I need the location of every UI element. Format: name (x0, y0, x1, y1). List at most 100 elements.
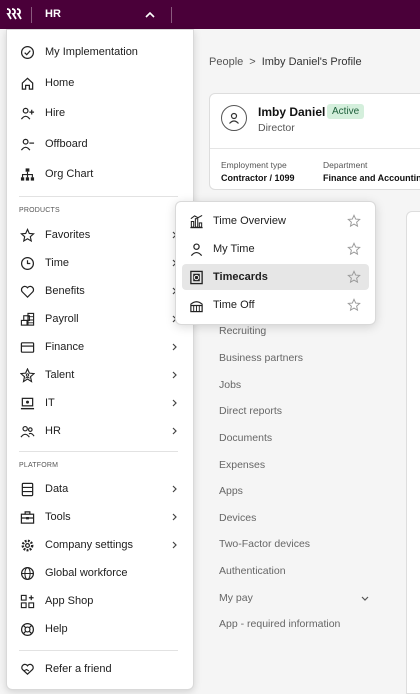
employment-type-label: Employment type (221, 160, 287, 170)
content-panel (406, 211, 420, 694)
menu-item-finance[interactable]: Finance (13, 335, 189, 359)
submenu-item-my-time[interactable]: My Time (182, 236, 369, 262)
chevron-right-icon (169, 426, 179, 436)
gear-icon (19, 537, 35, 553)
profile-nav-item[interactable]: Direct reports (219, 405, 282, 417)
menu-item-help[interactable]: Help (13, 617, 189, 641)
time-submenu: Time Overview My Time Timecards Time Off (175, 201, 376, 325)
star-icon (19, 227, 35, 243)
people-icon (19, 423, 35, 439)
profile-nav-item[interactable]: Business partners (219, 352, 303, 364)
menu-item-benefits[interactable]: Benefits (13, 279, 189, 303)
topbar-divider (31, 7, 32, 23)
rippling-logo-icon[interactable] (6, 6, 24, 22)
breadcrumb: People > Imby Daniel's Profile (209, 56, 362, 68)
breadcrumb-root[interactable]: People (209, 56, 243, 68)
menu-item-home[interactable]: Home (13, 71, 189, 95)
menu-item-it[interactable]: IT (13, 391, 189, 415)
menu-item-tools[interactable]: Tools (13, 505, 189, 529)
profile-nav-item[interactable]: My pay (219, 592, 253, 604)
card-icon (19, 339, 35, 355)
menu-item-talent[interactable]: Talent (13, 363, 189, 387)
database-icon (19, 481, 35, 497)
coins-icon (19, 311, 35, 327)
clock-icon (19, 255, 35, 271)
menu-divider (19, 196, 178, 197)
menu-divider (19, 650, 178, 651)
profile-role: Director (258, 122, 295, 134)
timecard-icon (188, 269, 204, 285)
menu-item-org-chart[interactable]: Org Chart (13, 162, 189, 186)
talent-star-icon (19, 367, 35, 383)
breadcrumb-current: Imby Daniel's Profile (261, 56, 362, 68)
chevron-down-icon[interactable] (360, 593, 370, 603)
profile-nav-item[interactable]: Two-Factor devices (219, 538, 310, 550)
home-icon (19, 75, 35, 91)
app-menu: My Implementation Home Hire Offboard Org… (6, 29, 194, 690)
status-badge: Active (327, 104, 365, 119)
menu-item-hr[interactable]: HR (13, 419, 189, 443)
favorite-star-icon[interactable] (347, 270, 361, 284)
check-circle-icon (19, 44, 35, 60)
profile-nav-item[interactable]: Recruiting (219, 325, 266, 337)
chevron-up-icon[interactable] (143, 8, 157, 22)
employment-type-value: Contractor / 1099 (221, 173, 295, 183)
toolbox-icon (19, 509, 35, 525)
submenu-item-time-overview[interactable]: Time Overview (182, 208, 369, 234)
calendar-icon (188, 297, 204, 313)
topbar-divider (171, 7, 172, 23)
menu-item-offboard[interactable]: Offboard (13, 132, 189, 156)
heart-icon (19, 283, 35, 299)
menu-item-payroll[interactable]: Payroll (13, 307, 189, 331)
chevron-right-icon (169, 370, 179, 380)
chevron-right-icon (169, 398, 179, 408)
chevron-right-icon (169, 342, 179, 352)
person-icon (229, 112, 239, 124)
profile-nav-item[interactable]: Documents (219, 432, 272, 444)
menu-item-refer-a-friend[interactable]: Refer a friend (13, 657, 189, 681)
chevron-right-icon (169, 512, 179, 522)
profile-nav-item[interactable]: Jobs (219, 379, 241, 391)
section-header-products: PRODUCTS (19, 207, 60, 214)
menu-item-my-implementation[interactable]: My Implementation (13, 40, 189, 64)
heart-hands-icon (19, 661, 35, 677)
chart-icon (188, 213, 204, 229)
profile-nav-item[interactable]: Devices (219, 512, 256, 524)
favorite-star-icon[interactable] (347, 214, 361, 228)
profile-nav-item[interactable]: Apps (219, 485, 243, 497)
help-icon (19, 621, 35, 637)
app-grid-icon (19, 593, 35, 609)
menu-item-app-shop[interactable]: App Shop (13, 589, 189, 613)
profile-card: Imby Daniel Active Director Employment t… (209, 93, 420, 190)
menu-item-global-workforce[interactable]: Global workforce (13, 561, 189, 585)
person-remove-icon (19, 136, 35, 152)
menu-item-hire[interactable]: Hire (13, 101, 189, 125)
top-bar: HR (0, 0, 420, 29)
laptop-icon (19, 395, 35, 411)
person-add-icon (19, 105, 35, 121)
department-value: Finance and Accounting (323, 173, 420, 183)
menu-divider (19, 451, 178, 452)
section-header-platform: PLATFORM (19, 462, 59, 469)
profile-nav-item[interactable]: Authentication (219, 565, 286, 577)
menu-item-favorites[interactable]: Favorites (13, 223, 189, 247)
menu-item-data[interactable]: Data (13, 477, 189, 501)
avatar (221, 105, 247, 131)
breadcrumb-separator: > (249, 56, 256, 68)
person-icon (188, 241, 204, 257)
profile-nav-item[interactable]: App - required information (219, 618, 340, 630)
divider (210, 148, 420, 149)
globe-icon (19, 565, 35, 581)
favorite-star-icon[interactable] (347, 242, 361, 256)
favorite-star-icon[interactable] (347, 298, 361, 312)
org-chart-icon (19, 166, 35, 182)
profile-nav-item[interactable]: Expenses (219, 459, 265, 471)
chevron-right-icon (169, 540, 179, 550)
submenu-item-time-off[interactable]: Time Off (182, 292, 369, 318)
menu-item-company-settings[interactable]: Company settings (13, 533, 189, 557)
app-title[interactable]: HR (45, 8, 61, 20)
profile-name: Imby Daniel (258, 105, 326, 119)
chevron-right-icon (169, 484, 179, 494)
menu-item-time[interactable]: Time (13, 251, 189, 275)
submenu-item-timecards[interactable]: Timecards (182, 264, 369, 290)
